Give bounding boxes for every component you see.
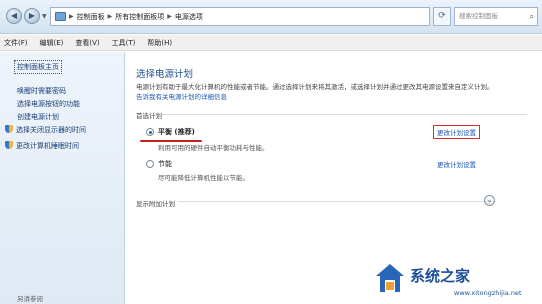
page-description: 电源计划有助于最大化计算机的性能或者节能。通过选择计划来将其激活，或选择计划并通… bbox=[136, 82, 496, 102]
menu-bar: 文件(F) 编辑(E) 查看(V) 工具(T) 帮助(H) bbox=[0, 35, 542, 51]
sidebar-link-create-plan[interactable]: 创建电源计划 bbox=[17, 112, 59, 122]
house-logo-icon bbox=[376, 264, 404, 292]
search-icon[interactable]: ⌕ bbox=[530, 8, 534, 25]
recent-pages-chevron-icon[interactable]: ▼ bbox=[42, 13, 47, 20]
power-plan-info-link[interactable]: 告诉我有关电源计划的详细信息 bbox=[136, 93, 227, 101]
sidebar-link-label: 更改计算机睡眠时间 bbox=[16, 142, 79, 150]
search-input[interactable]: 搜索控制面板 ⌕ bbox=[454, 7, 538, 26]
breadcrumb-item[interactable]: 控制面板 bbox=[77, 12, 105, 22]
breadcrumb-chevron-icon[interactable]: ▶ bbox=[69, 13, 74, 20]
search-placeholder: 搜索控制面板 bbox=[459, 12, 498, 20]
show-more-divider bbox=[136, 201, 496, 202]
menu-view[interactable]: 查看(V) bbox=[75, 38, 99, 48]
sidebar-link-label: 选择关闭显示器的时间 bbox=[16, 126, 86, 134]
page-title: 选择电源计划 bbox=[136, 69, 194, 80]
chevron-down-icon[interactable]: ⌄ bbox=[484, 195, 495, 206]
forward-arrow-icon[interactable]: ▶ bbox=[24, 8, 40, 24]
balanced-plan-name[interactable]: 平衡 (推荐) bbox=[158, 127, 195, 137]
power-saver-plan-radio[interactable] bbox=[146, 160, 154, 168]
section-divider bbox=[162, 114, 527, 115]
refresh-icon[interactable]: ⟳ bbox=[433, 7, 451, 26]
back-arrow-icon[interactable]: ◀ bbox=[6, 8, 22, 24]
control-panel-icon bbox=[55, 12, 66, 21]
change-power-saver-plan-settings-link[interactable]: 更改计划设置 bbox=[437, 159, 476, 169]
menu-tools[interactable]: 工具(T) bbox=[112, 38, 136, 48]
sidebar-link-display-off[interactable]: 选择关闭显示器的时间 bbox=[5, 125, 86, 135]
menu-edit[interactable]: 编辑(E) bbox=[40, 38, 64, 48]
breadcrumb[interactable]: ▶ 控制面板 ▶ 所有控制面板项 ▶ 电源选项 bbox=[50, 7, 430, 26]
address-bar: ◀ ▶ ▼ ▶ 控制面板 ▶ 所有控制面板项 ▶ 电源选项 ⟳ 搜索控制面板 ⌕ bbox=[0, 0, 542, 34]
sidebar-link-power-buttons[interactable]: 选择电源按钮的功能 bbox=[17, 99, 80, 109]
breadcrumb-chevron-icon[interactable]: ▶ bbox=[108, 13, 113, 20]
balanced-plan-description: 利用可用的硬件自动平衡功耗与性能。 bbox=[158, 144, 269, 152]
sidebar-link-sleep-time[interactable]: 更改计算机睡眠时间 bbox=[5, 141, 79, 151]
menu-help[interactable]: 帮助(H) bbox=[147, 38, 172, 48]
change-balanced-plan-settings-link[interactable]: 更改计划设置 bbox=[433, 125, 480, 139]
breadcrumb-chevron-icon[interactable]: ▶ bbox=[167, 13, 172, 20]
power-saver-plan-name[interactable]: 节能 bbox=[158, 159, 172, 169]
power-saver-plan-description: 尽可能降低计算机性能以节能。 bbox=[158, 174, 249, 182]
section-heading: 首选计划 bbox=[136, 112, 162, 120]
watermark-url: www.xitongzhijia.net bbox=[454, 289, 522, 297]
watermark: 系统之家 www.xitongzhijia.net bbox=[372, 259, 542, 304]
sidebar-link-wake-password[interactable]: 唤醒时需要密码 bbox=[17, 86, 66, 96]
menu-file[interactable]: 文件(F) bbox=[4, 38, 28, 48]
watermark-title: 系统之家 bbox=[410, 267, 471, 285]
shield-icon bbox=[5, 125, 13, 133]
show-additional-plans-label[interactable]: 显示附加计划 bbox=[136, 198, 178, 208]
sidebar: 控制面板主页 唤醒时需要密码 选择电源按钮的功能 创建电源计划 选择关闭显示器的… bbox=[0, 52, 125, 304]
breadcrumb-item[interactable]: 电源选项 bbox=[175, 12, 203, 22]
shield-icon bbox=[5, 141, 13, 149]
description-text: 电源计划有助于最大化计算机的性能或者节能。通过选择计划来将其激活，或选择计划并通… bbox=[136, 83, 494, 91]
control-panel-home-link[interactable]: 控制面板主页 bbox=[14, 60, 62, 74]
see-also-heading: 另请参阅 bbox=[17, 295, 43, 303]
balanced-plan-radio[interactable] bbox=[146, 128, 154, 136]
breadcrumb-item[interactable]: 所有控制面板项 bbox=[115, 12, 164, 22]
